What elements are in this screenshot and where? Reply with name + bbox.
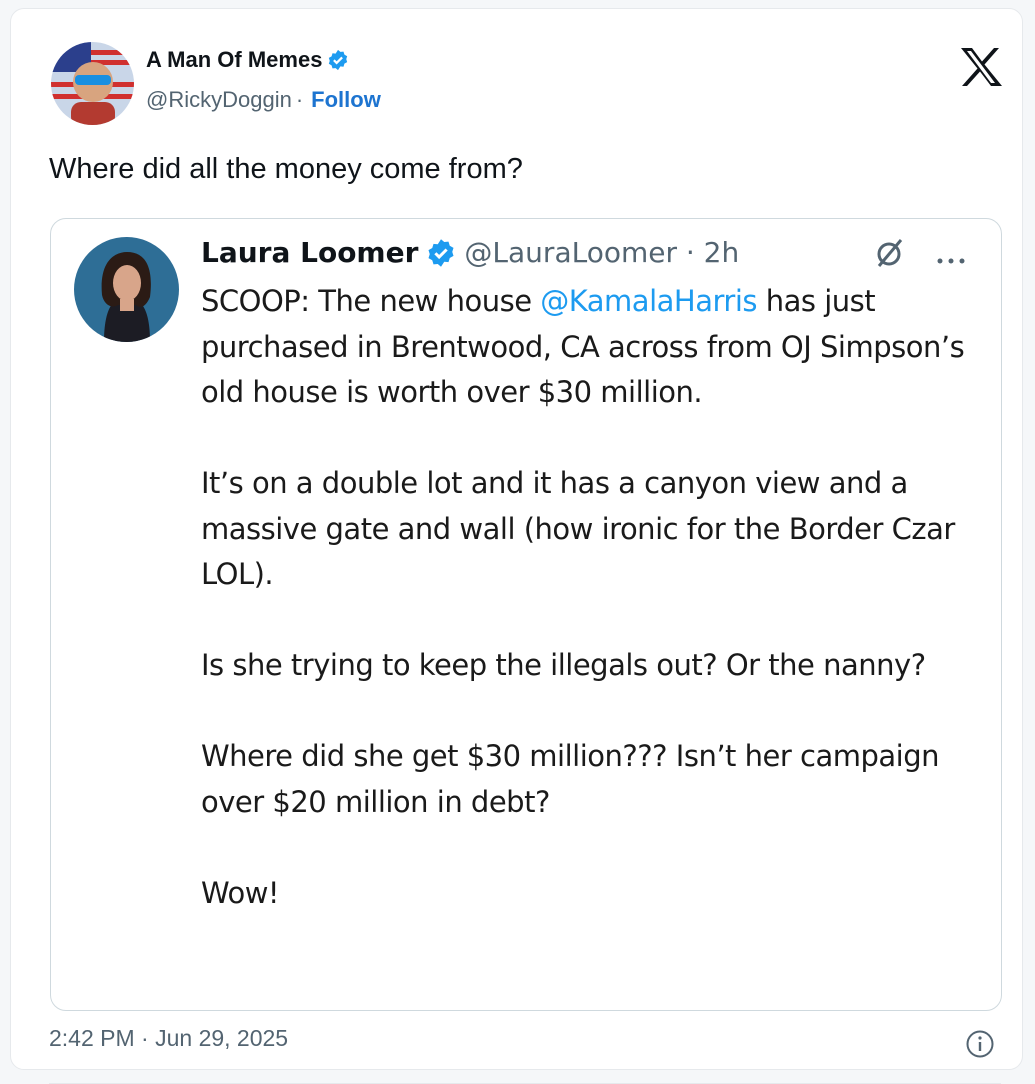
- verified-badge-icon: [327, 49, 349, 71]
- grok-icon[interactable]: [874, 237, 906, 269]
- quoted-paragraph-3: Is she trying to keep the illegals out? …: [201, 648, 926, 682]
- author-avatar[interactable]: [51, 42, 134, 125]
- info-icon[interactable]: [965, 1029, 995, 1059]
- author-handle-row: @RickyDoggin · Follow: [146, 87, 381, 113]
- quoted-header: Laura Loomer @LauraLoomer · 2h: [201, 236, 739, 269]
- quoted-paragraph-4: Where did she get $30 million??? Isn’t h…: [201, 739, 940, 819]
- quoted-paragraph-5: Wow!: [201, 875, 280, 910]
- quoted-author-avatar[interactable]: [74, 237, 179, 342]
- quoted-author-name[interactable]: Laura Loomer: [201, 236, 418, 269]
- mention-link[interactable]: @KamalaHarris: [540, 284, 757, 318]
- tweet-text: Where did all the money come from?: [49, 153, 523, 185]
- quoted-text: has: [757, 284, 816, 318]
- verified-badge-icon: [426, 238, 456, 268]
- separator: ·: [295, 87, 304, 112]
- tweet-timestamp[interactable]: 2:42 PM · Jun 29, 2025: [49, 1025, 288, 1052]
- quoted-paragraph-2: It’s on a double lot and it has a canyon…: [201, 466, 955, 591]
- quoted-paragraph-1: SCOOP: The new house @KamalaHarris has j…: [201, 279, 991, 416]
- author-handle[interactable]: @RickyDoggin: [146, 87, 292, 113]
- follow-button[interactable]: Follow: [311, 87, 381, 113]
- more-icon[interactable]: [936, 252, 966, 264]
- tweet-card: A Man Of Memes @RickyDoggin · Follow Whe…: [10, 8, 1023, 1084]
- quoted-tweet[interactable]: Laura Loomer @LauraLoomer · 2h SCOOP: Th…: [50, 218, 1002, 1011]
- quoted-body: SCOOP: The new house @KamalaHarris has j…: [201, 279, 991, 916]
- quoted-handle-time[interactable]: @LauraLoomer · 2h: [464, 236, 739, 269]
- author-name[interactable]: A Man Of Memes: [146, 47, 322, 73]
- author-name-row: A Man Of Memes: [146, 47, 349, 73]
- quoted-text: SCOOP: The new house: [201, 284, 541, 318]
- x-logo-icon[interactable]: [959, 47, 1003, 87]
